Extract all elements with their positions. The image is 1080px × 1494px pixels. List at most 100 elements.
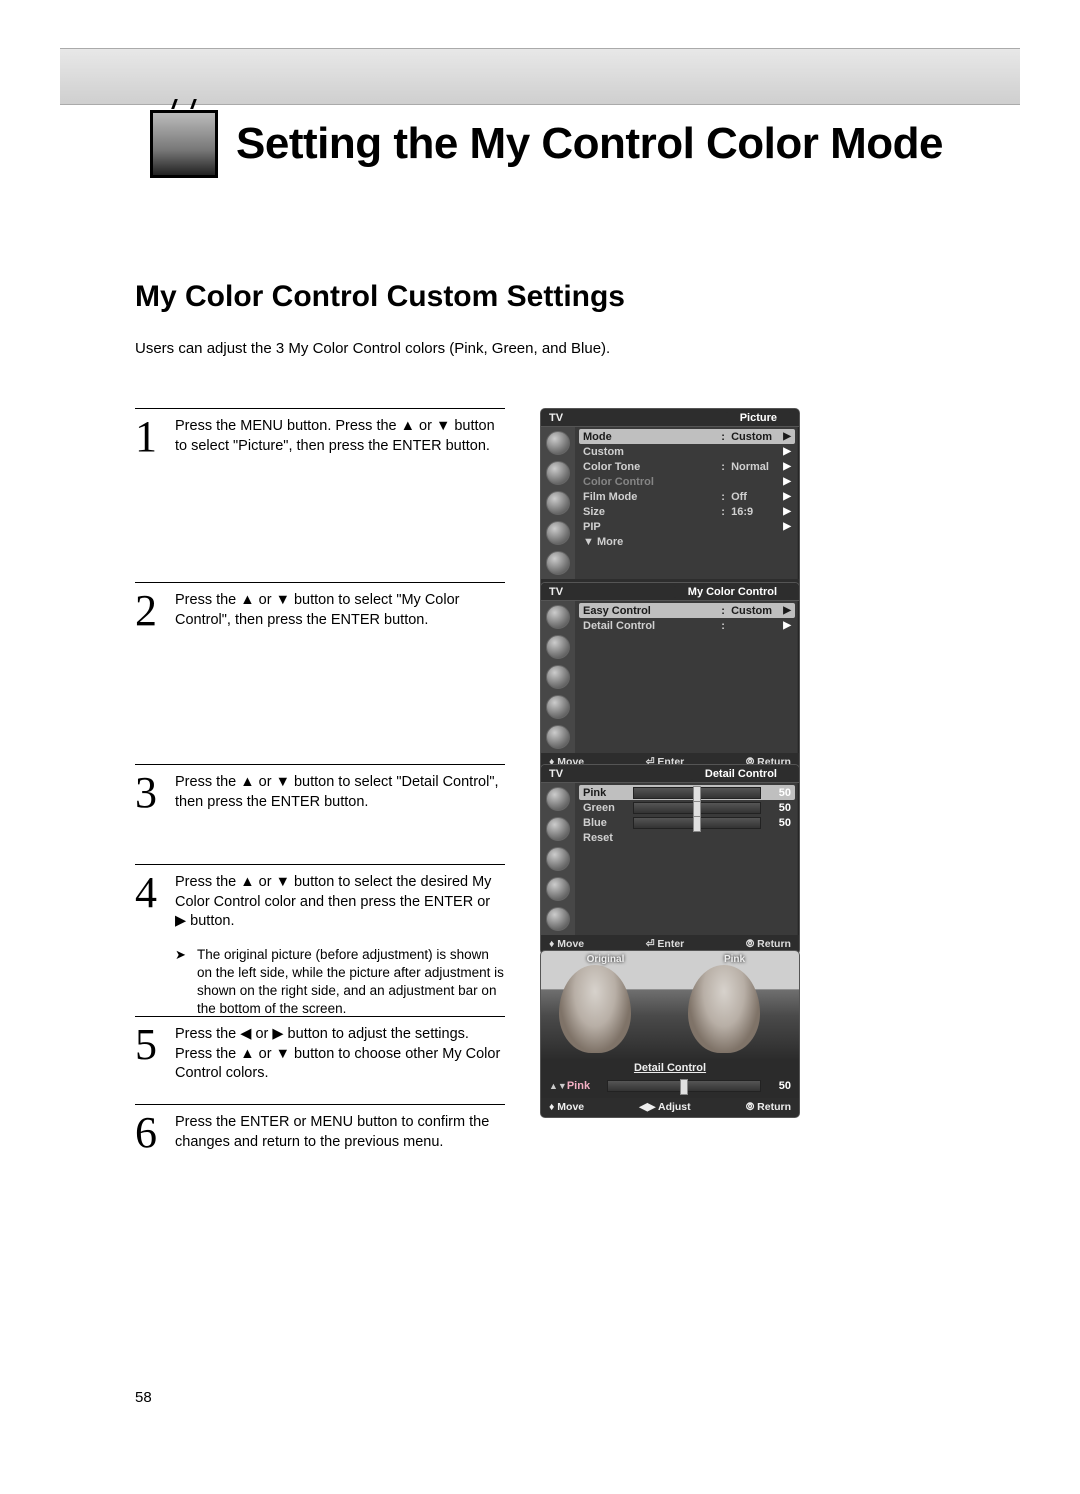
osd-row-color-control: Color Control ▶ (579, 474, 795, 489)
osd-label: ▼ More (583, 536, 791, 548)
section-subtitle: My Color Control Custom Settings (135, 280, 625, 314)
osd-sidebar (541, 783, 575, 935)
sidebar-icon (546, 695, 570, 719)
step-text: Press the MENU button. Press the ▲ or ▼ … (175, 417, 505, 457)
step-4-main: Press the ▲ or ▼ button to select the de… (175, 874, 491, 929)
sidebar-icon (546, 491, 570, 515)
osd-value: Off (721, 491, 779, 503)
header-bar (60, 48, 1020, 105)
osd-label: Film Mode (583, 491, 721, 503)
osd-label: Color Tone (583, 461, 721, 473)
sidebar-icon (546, 521, 570, 545)
osd-row-film-mode[interactable]: Film Mode Off ▶ (579, 489, 795, 504)
preview-value: 50 (767, 1080, 791, 1092)
osd-row-custom[interactable]: Custom ▶ (579, 444, 795, 459)
osd-label: Color Control (583, 476, 721, 488)
osd-value: Normal (721, 461, 779, 473)
osd-value: Custom (721, 605, 779, 617)
step-number: 2 (135, 591, 165, 631)
osd-row-pip[interactable]: PIP ▶ (579, 519, 795, 534)
slider[interactable] (633, 787, 761, 799)
chevron-right-icon: ▶ (779, 431, 791, 442)
step-1: 1 Press the MENU button. Press the ▲ or … (135, 408, 505, 457)
chevron-right-icon: ▶ (779, 461, 791, 472)
osd-value: : (721, 620, 779, 632)
slider[interactable] (607, 1080, 761, 1092)
osd-title: Detail Control (691, 768, 791, 780)
preview-title: Detail Control (541, 1059, 799, 1077)
sidebar-icon (546, 431, 570, 455)
osd-value: 50 (767, 802, 791, 814)
slider-thumb[interactable] (693, 801, 701, 817)
osd-tv-label: TV (549, 586, 563, 598)
osd-row-color-tone[interactable]: Color Tone Normal ▶ (579, 459, 795, 474)
slider-thumb[interactable] (693, 786, 701, 802)
page-number: 58 (135, 1389, 152, 1406)
osd-row-easy-control[interactable]: Easy Control Custom ▶ (579, 603, 795, 618)
osd-row-green[interactable]: Green 50 (579, 800, 795, 815)
slider[interactable] (633, 817, 761, 829)
osd-picture: TV Picture Mode Custom ▶ (540, 408, 800, 599)
osd-row-pink[interactable]: Pink 50 (579, 785, 795, 800)
chevron-right-icon: ▶ (779, 620, 791, 631)
osd-label: Easy Control (583, 605, 721, 617)
slider[interactable] (633, 802, 761, 814)
osd-label: Green (583, 802, 627, 814)
osd-tv-label: TV (549, 412, 563, 424)
step-number: 5 (135, 1025, 165, 1084)
slider-thumb[interactable] (693, 816, 701, 832)
osd-my-color-control: TV My Color Control Easy Control Custom … (540, 582, 800, 773)
sidebar-icon (546, 605, 570, 629)
osd-row-reset[interactable]: Reset (579, 830, 795, 845)
slider-thumb[interactable] (680, 1079, 688, 1095)
step-2: 2 Press the ▲ or ▼ button to select "My … (135, 582, 505, 631)
osd-value: Custom (721, 431, 779, 443)
tv-icon (150, 110, 218, 178)
chevron-right-icon: ▶ (779, 521, 791, 532)
osd-row-more[interactable]: ▼ More (579, 534, 795, 549)
osd-tv-label: TV (549, 768, 563, 780)
step-text: Press the ◀ or ▶ button to adjust the se… (175, 1025, 505, 1084)
sidebar-icon (546, 787, 570, 811)
osd-row-size[interactable]: Size 16:9 ▶ (579, 504, 795, 519)
sidebar-icon (546, 877, 570, 901)
step-number: 6 (135, 1113, 165, 1153)
osd-row-detail-control[interactable]: Detail Control : ▶ (579, 618, 795, 633)
step-text: Press the ▲ or ▼ button to select "My Co… (175, 591, 505, 631)
sidebar-icon (546, 551, 570, 575)
osd-label: Detail Control (583, 620, 721, 632)
osd-row-mode[interactable]: Mode Custom ▶ (579, 429, 795, 444)
osd-label: Blue (583, 817, 627, 829)
sidebar-icon (546, 461, 570, 485)
osd-label: Reset (583, 832, 791, 844)
step-3: 3 Press the ▲ or ▼ button to select "Det… (135, 764, 505, 813)
osd-title: My Color Control (674, 586, 791, 598)
step-5: 5 Press the ◀ or ▶ button to adjust the … (135, 1016, 505, 1084)
intro-text: Users can adjust the 3 My Color Control … (135, 340, 610, 357)
preview-adjusted: Pink (670, 951, 799, 1059)
chevron-right-icon: ▶ (779, 446, 791, 457)
preview-label-original: Original (541, 954, 670, 965)
osd-sidebar (541, 427, 575, 579)
osd-row-blue[interactable]: Blue 50 (579, 815, 795, 830)
chevron-right-icon: ▶ (779, 605, 791, 616)
osd-label: Pink (583, 787, 627, 799)
chevron-right-icon: ▶ (779, 491, 791, 502)
preview-original: Original (541, 951, 670, 1059)
step-text: Press the ENTER or MENU button to confir… (175, 1113, 505, 1153)
osd-value: 50 (767, 787, 791, 799)
footer-move: Move (557, 1101, 584, 1113)
osd-label: PIP (583, 521, 721, 533)
osd-label: Size (583, 506, 721, 518)
sidebar-icon (546, 665, 570, 689)
osd-value: 16:9 (721, 506, 779, 518)
preview-slider-row: ▲▼ Pink 50 (541, 1077, 799, 1098)
sidebar-icon (546, 907, 570, 931)
preview-color-name: Pink (567, 1080, 601, 1092)
footer-return: Return (757, 1101, 791, 1113)
step-text: Press the ▲ or ▼ button to select "Detai… (175, 773, 505, 813)
footer-enter: Enter (657, 938, 684, 950)
step-6: 6 Press the ENTER or MENU button to conf… (135, 1104, 505, 1153)
sidebar-icon (546, 817, 570, 841)
chevron-right-icon: ▶ (779, 476, 791, 487)
